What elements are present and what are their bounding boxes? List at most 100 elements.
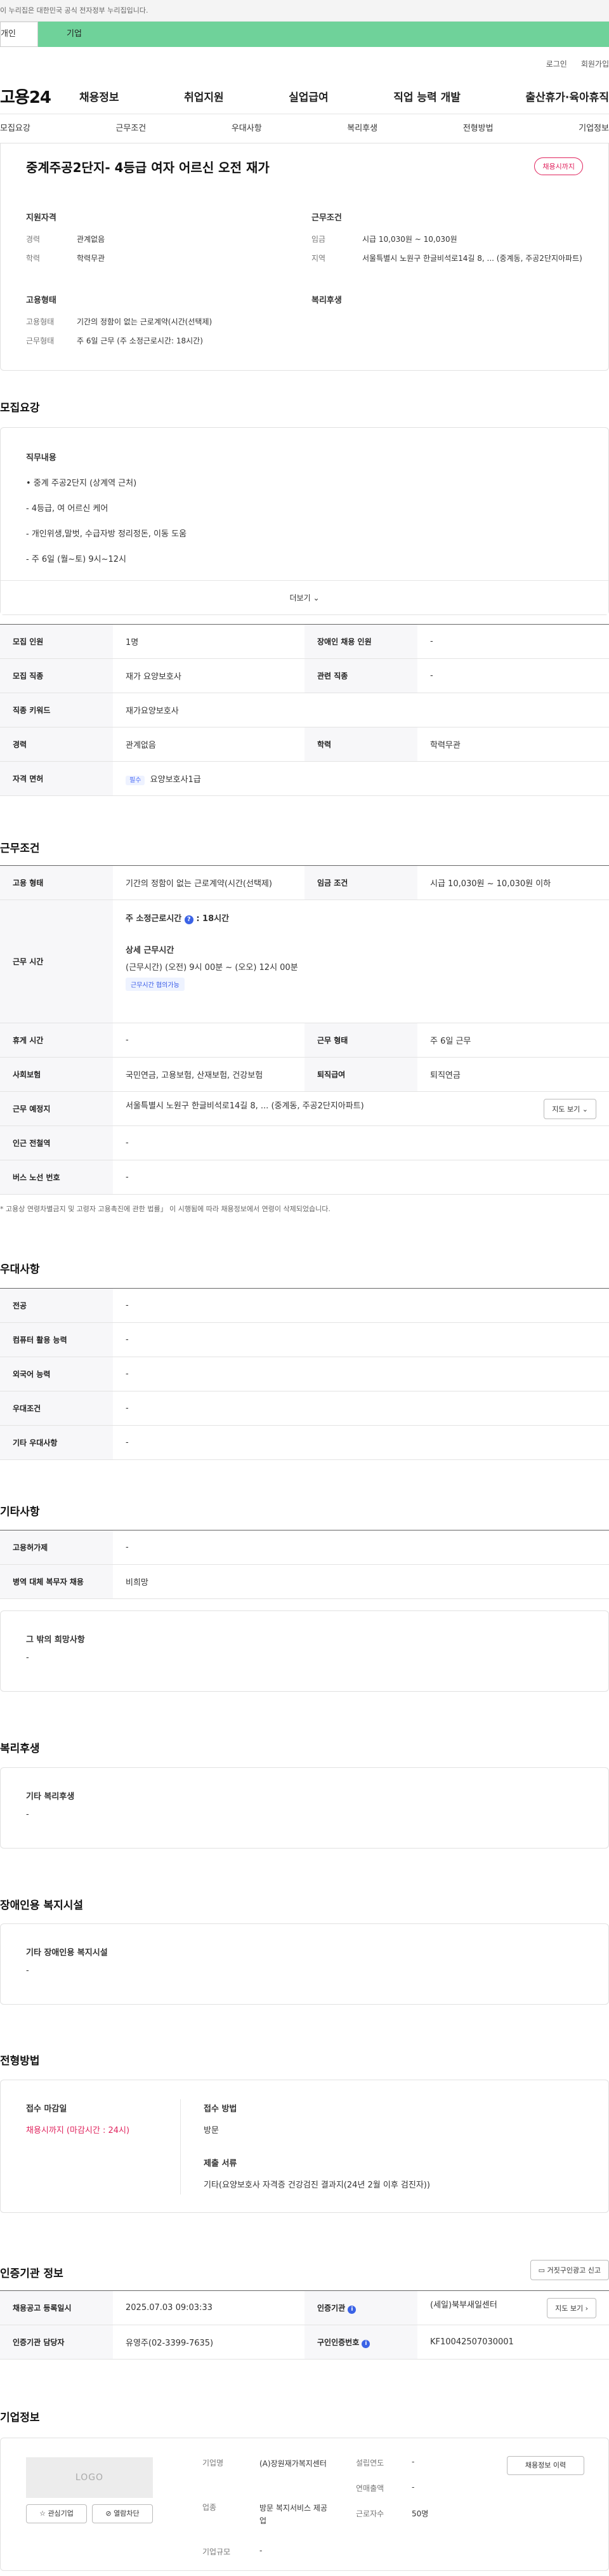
subnav-company[interactable]: 기업정보 xyxy=(579,114,609,143)
welfare-card: 기타 복리후생 - xyxy=(0,1767,609,1849)
edu-value: 학력무관 xyxy=(77,254,105,263)
report-button[interactable]: ▭ 거짓구인광고 신고 xyxy=(530,2260,609,2280)
emp-title: 고용형태 xyxy=(26,296,56,305)
age-note: * 고용상 연령차별금지 및 고령자 고용촉진에 관한 법률」 이 시행됨에 따… xyxy=(0,1205,331,1213)
etc-label: 병역 대체 복무자 채용 xyxy=(0,1564,113,1599)
subnav-recruit[interactable]: 모집요강 xyxy=(0,114,30,143)
bus-label: 버스 노선 번호 xyxy=(0,1160,113,1195)
name-value: (A)장원재가복지센터 xyxy=(259,2459,327,2468)
welfare-sub: 기타 복리후생 xyxy=(26,1792,75,1802)
rest-value: - xyxy=(113,1023,304,1058)
tab-personal[interactable]: 개인 xyxy=(0,22,38,47)
company-title: 기업정보 xyxy=(0,2412,40,2424)
loc-label: 지역 xyxy=(311,254,326,263)
company-logo: LOGO xyxy=(26,2457,153,2498)
year-label: 설립연도 xyxy=(356,2459,384,2467)
org-map-label: 지도 보기 xyxy=(555,2304,584,2313)
gnb-training[interactable]: 직업 능력 개발 xyxy=(393,88,461,104)
tab-company[interactable]: 기업 xyxy=(38,22,609,47)
hope-value: - xyxy=(26,1653,29,1663)
detail-hours-title: 상세 근무시간 xyxy=(126,946,174,955)
job-title: 중계주공2단지- 4등급 여자 어르신 오전 재가 xyxy=(26,160,270,175)
cert-no-label: 구인인증번호 i xyxy=(304,2325,417,2360)
emp-label: 고용 형태 xyxy=(0,865,113,900)
welfare-title: 복리후생 xyxy=(311,296,342,305)
disab-sub: 기타 장애인용 복지시설 xyxy=(26,1948,108,1958)
form-label: 근무 형태 xyxy=(304,1023,417,1058)
form-value: 주 6일 근무 xyxy=(417,1023,609,1058)
subnav-welfare[interactable]: 복리후생 xyxy=(347,114,377,143)
hours-value: 주 소정근로시간 ? : 18시간 상세 근무시간 (근무시간) (오전) 9시… xyxy=(113,900,609,1023)
more-button[interactable]: 더보기 ⌄ xyxy=(1,580,608,614)
method-value: 방문 xyxy=(204,2126,219,2135)
history-button[interactable]: 채용정보 이력 xyxy=(507,2456,584,2475)
job-value: 재가 요양보호사 xyxy=(113,658,304,693)
subnav-pref[interactable]: 우대사항 xyxy=(232,114,262,143)
disabled-value: - xyxy=(417,624,609,659)
gnb-employment-support[interactable]: 취업지원 xyxy=(184,88,224,104)
wage-value: 시급 10,030원 ~ 10,030원 xyxy=(362,235,457,244)
fav-company-button[interactable]: ☆ 관심기업 xyxy=(26,2504,87,2523)
subnav-work[interactable]: 근무조건 xyxy=(115,114,146,143)
docs-value: 기타(요양보호사 자격증 건강검진 결과지(24년 2월 이후 검진자)) xyxy=(204,2181,430,2190)
gov-banner: 이 누리집은 대한민국 공식 전자정부 누리집입니다. xyxy=(0,0,609,22)
divider xyxy=(180,2099,181,2194)
gnb-unemployment[interactable]: 실업급여 xyxy=(289,88,329,104)
method-label: 접수 방법 xyxy=(204,2104,237,2114)
subnav-screening[interactable]: 전형방법 xyxy=(463,114,494,143)
info-icon[interactable]: i xyxy=(348,2305,357,2314)
duty-line: - 개인위생,말벗, 수급자방 정리정돈, 이동 도움 xyxy=(26,529,187,539)
screen-title: 전형방법 xyxy=(0,2055,40,2068)
info-icon[interactable]: i xyxy=(362,2339,370,2348)
cert-no-value: KF10042507030001 xyxy=(417,2325,609,2360)
gnb-jobs[interactable]: 채용정보 xyxy=(79,88,119,104)
hours-label: 근무 시간 xyxy=(0,900,113,1023)
pref-value: - xyxy=(113,1288,609,1323)
report-label: 거짓구인광고 신고 xyxy=(547,2266,601,2274)
help-icon[interactable]: ? xyxy=(184,915,193,924)
rel-value: - xyxy=(417,658,609,693)
pref-title: 우대사항 xyxy=(0,1263,40,1276)
deadline-value: 채용시까지 (마감시간 : 24시) xyxy=(26,2126,130,2135)
wage-cond-value: 시급 10,030원 ~ 10,030원 이하 xyxy=(417,865,609,900)
pref-table: 전공 - 컴퓨터 활용 능력 - 외국어 능력 - 우대조건 - 기타 우대사항 - xyxy=(0,1288,609,1460)
welfare-section-title: 복리후생 xyxy=(0,1743,40,1755)
gnb-leave[interactable]: 출산휴가·육아휴직 xyxy=(525,88,609,104)
etc-table: 고용허가제 - 병역 대체 복무자 채용 비희망 xyxy=(0,1530,609,1599)
etc-value: - xyxy=(113,1530,609,1565)
severance-value: 퇴직연금 xyxy=(417,1057,609,1092)
work-table: 고용 형태 기간의 정함이 없는 근로계약(시간(선택제) 임금 조건 시급 10,0… xyxy=(0,865,609,1214)
chevron-down-icon: ⌄ xyxy=(313,594,320,602)
insurance-label: 사회보험 xyxy=(0,1057,113,1092)
deadline-label: 접수 마감일 xyxy=(26,2104,67,2114)
reg-label: 채용공고 등록일시 xyxy=(0,2290,113,2325)
place-address: 서울특별시 노원구 한글비석로14길 8, ... (중계동, 주공2단지아파트… xyxy=(126,1101,364,1111)
weekly-hours-label: 주 소정근로시간 xyxy=(126,914,182,924)
career-label: 경력 xyxy=(26,235,41,244)
pref-value: - xyxy=(113,1322,609,1357)
etc-title: 기타사항 xyxy=(0,1506,40,1518)
welfare-value: - xyxy=(26,1810,29,1819)
recruit-title: 모집요강 xyxy=(0,402,40,415)
sales-label: 연매출액 xyxy=(356,2484,384,2493)
pref-label: 전공 xyxy=(0,1288,113,1323)
job-label: 모집 직종 xyxy=(0,658,113,693)
chevron-down-icon: ⌄ xyxy=(582,1105,588,1113)
career-row-label: 경력 xyxy=(0,727,113,762)
duty-title: 직무내용 xyxy=(26,453,56,463)
screen-card: 접수 마감일 채용시까지 (마감시간 : 24시) 접수 방법 방문 제출 서류… xyxy=(0,2080,609,2213)
kw-value: 재가요양보호사 xyxy=(113,693,609,727)
report-icon: ▭ xyxy=(538,2266,546,2274)
block-button[interactable]: ⊘ 열람차단 xyxy=(92,2504,153,2523)
reg-value: 2025.07.03 09:03:33 xyxy=(113,2290,304,2325)
work-type-value: 주 6일 근무 (주 소정근로시간: 18시간) xyxy=(77,336,203,345)
login-link[interactable]: 로그인 xyxy=(546,58,567,79)
company-card: LOGO ☆ 관심기업 ⊘ 열람차단 기업명 (A)장원재가복지센터 업종 방문… xyxy=(0,2438,609,2571)
work-type-label: 근무형태 xyxy=(26,336,55,345)
map-button[interactable]: 지도 보기 ⌄ xyxy=(544,1098,596,1119)
join-link[interactable]: 회원가입 xyxy=(581,58,609,79)
more-label: 더보기 xyxy=(289,594,311,602)
org-map-button[interactable]: 지도 보기 › xyxy=(547,2297,596,2318)
util-links: 로그인 회원가입 xyxy=(0,47,609,79)
site-logo[interactable]: 고용24 xyxy=(0,84,79,108)
